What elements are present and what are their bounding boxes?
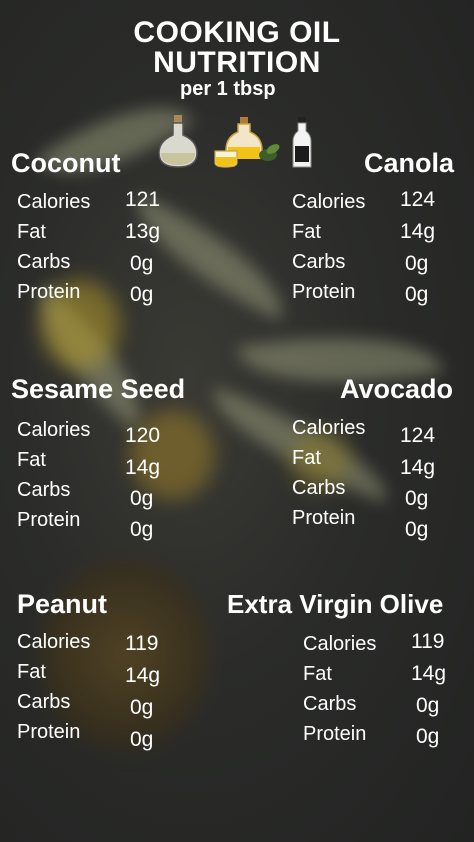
nutrient-value: 0g: [130, 728, 154, 751]
title-line-1: COOKING OIL: [133, 16, 341, 49]
nutrient-value: 0g: [405, 518, 429, 541]
nutrient-value: 0g: [130, 252, 154, 275]
nutrient-label: Calories: [303, 633, 377, 655]
nutrient-value: 124: [400, 188, 436, 211]
nutrient-label: Carbs: [292, 251, 346, 273]
oil-bottle-slim-icon: [292, 117, 312, 168]
nutrient-value: 119: [125, 632, 159, 655]
nutrient-value: 0g: [130, 518, 154, 541]
nutrient-value: 120: [125, 424, 161, 447]
nutrient-value: 0g: [416, 725, 440, 748]
oil-name-canola: Canola: [364, 148, 455, 178]
nutrient-value: 0g: [130, 283, 154, 306]
nutrient-label: Carbs: [303, 693, 357, 715]
nutrient-label: Fat: [17, 449, 46, 471]
nutrient-value: 0g: [405, 252, 429, 275]
nutrient-label: Protein: [17, 721, 81, 743]
title-line-2: NUTRITION: [153, 46, 321, 79]
nutrient-value: 119: [411, 630, 445, 653]
oil-name-extra-virgin-olive: Extra Virgin Olive: [227, 589, 444, 619]
nutrient-value: 121: [125, 188, 161, 211]
nutrient-value: 124: [400, 424, 436, 447]
nutrient-label: Calories: [292, 417, 366, 439]
nutrient-label: Calories: [17, 419, 91, 441]
nutrient-value: 0g: [416, 694, 440, 717]
oil-jars-icon: [214, 117, 280, 168]
nutrient-value: 14g: [125, 664, 161, 687]
nutrient-value: 13g: [125, 220, 161, 243]
oil-name-peanut: Peanut: [17, 589, 108, 619]
nutrient-value: 14g: [400, 220, 436, 243]
nutrient-value: 0g: [405, 283, 429, 306]
nutrient-label: Carbs: [292, 477, 346, 499]
nutrient-value: 14g: [411, 662, 447, 685]
nutrient-label: Fat: [292, 447, 321, 469]
nutrient-label: Protein: [17, 509, 81, 531]
nutrient-label: Carbs: [17, 691, 71, 713]
nutrient-value: 14g: [125, 456, 161, 479]
nutrient-label: Fat: [17, 221, 46, 243]
subtitle: per 1 tbsp: [180, 78, 276, 100]
oil-bottle-icon: [158, 115, 198, 168]
nutrient-value: 0g: [130, 696, 154, 719]
oil-name-avocado: Avocado: [340, 374, 454, 404]
nutrient-value: 0g: [130, 487, 154, 510]
nutrient-label: Fat: [303, 663, 332, 685]
nutrient-label: Calories: [17, 631, 91, 653]
nutrient-value: 14g: [400, 456, 436, 479]
nutrient-label: Protein: [303, 723, 367, 745]
nutrient-value: 0g: [405, 487, 429, 510]
nutrient-label: Fat: [17, 661, 46, 683]
oil-name-sesame-seed: Sesame Seed: [11, 374, 186, 404]
nutrient-label: Protein: [17, 281, 81, 303]
oil-name-coconut: Coconut: [11, 148, 121, 178]
nutrient-label: Protein: [292, 281, 356, 303]
nutrient-label: Protein: [292, 507, 356, 529]
nutrient-label: Carbs: [17, 479, 71, 501]
nutrient-label: Fat: [292, 221, 321, 243]
nutrient-label: Calories: [17, 191, 91, 213]
nutrient-label: Calories: [292, 191, 366, 213]
nutrient-label: Carbs: [17, 251, 71, 273]
